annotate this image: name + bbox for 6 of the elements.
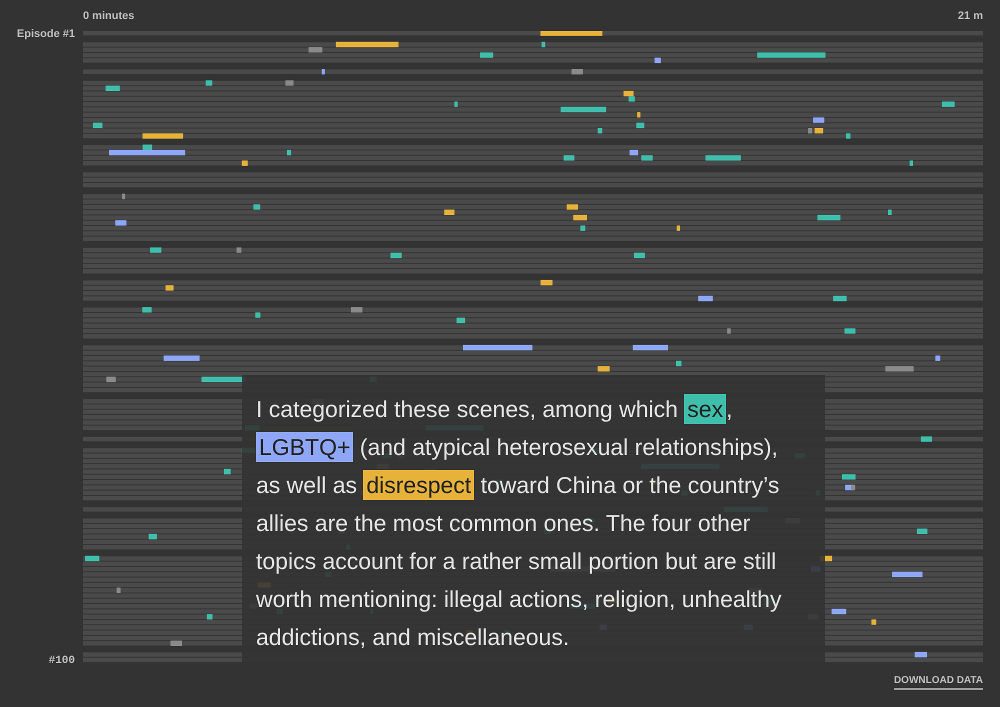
last-episode-label: #100 bbox=[48, 655, 75, 667]
first-episode-label: Episode #1 bbox=[16, 28, 75, 40]
axis-end-label: 21 m bbox=[958, 9, 983, 23]
caption-text: I categorized these scenes, among which sex, LGBTQ+ (and atypical heterosexual relationships), as well as disrespect toward China or the country’s allies are the most common ones. The four other topics account for a rather small portion but are still worth mentioning: illegal actions, religion, unhealthy addictions, and miscellaneous. bbox=[256, 393, 782, 652]
download-data-link[interactable]: DOWNLOAD DATA bbox=[894, 675, 983, 690]
axis-start-label: 0 minutes bbox=[83, 9, 134, 23]
